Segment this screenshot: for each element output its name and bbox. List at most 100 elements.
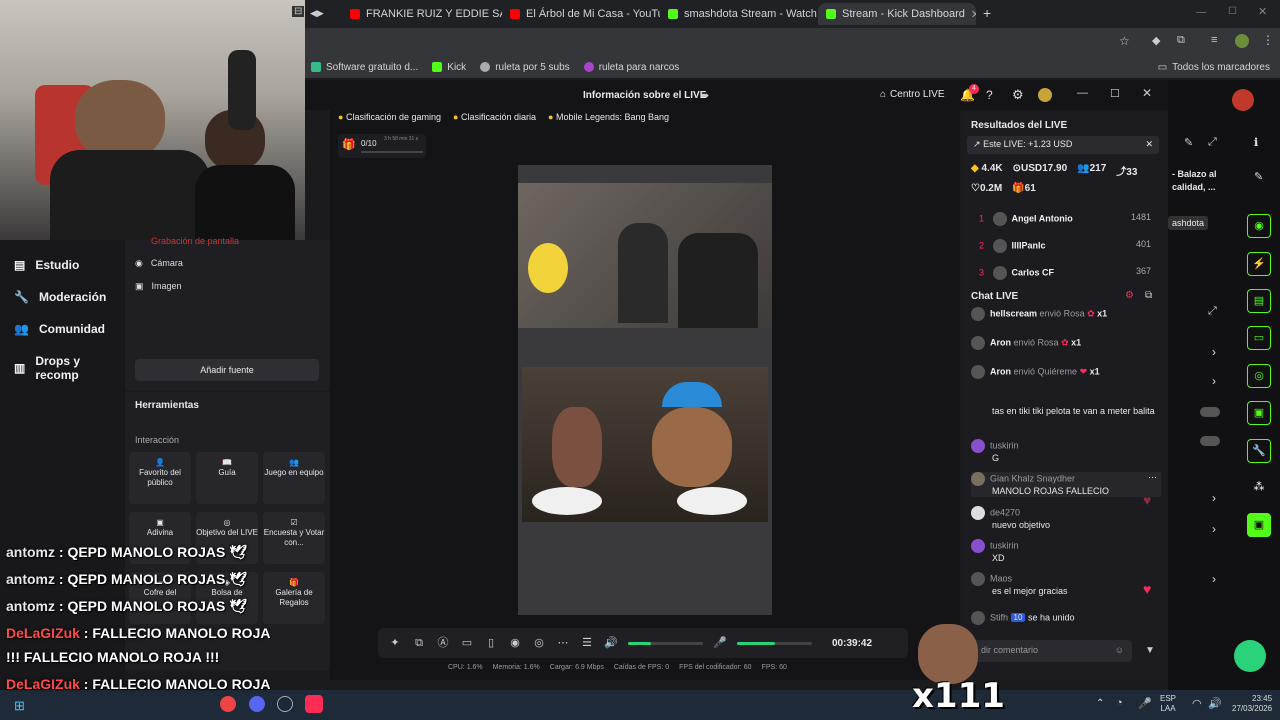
close-icon[interactable]: ✕ <box>971 8 976 21</box>
chat-username[interactable]: Gian Khalz Snaydher <box>990 473 1075 483</box>
chat-username[interactable]: tuskirin <box>990 540 1019 550</box>
emoji-icon[interactable]: ☺ <box>1115 645 1124 655</box>
chat-username[interactable]: Maos <box>990 573 1012 583</box>
magic-icon[interactable]: ✦ <box>388 636 402 650</box>
mic-volume-slider[interactable] <box>737 641 812 645</box>
popout-icon[interactable]: ⧉ <box>1145 290 1152 301</box>
centro-live-button[interactable]: ⌂ Centro LIVE <box>880 89 945 100</box>
source-image[interactable]: ▣ Imagen <box>135 281 182 292</box>
chevron-right-icon[interactable]: › <box>1212 522 1216 536</box>
minimize-icon[interactable]: — <box>1196 7 1206 18</box>
close-window-icon[interactable]: ✕ <box>1258 5 1267 18</box>
tab-scroll-icon[interactable]: ◀▶ <box>310 8 324 19</box>
puzzle-icon[interactable]: ⧉ <box>1177 34 1185 47</box>
record-icon[interactable]: ◉ <box>508 636 522 650</box>
steam-icon[interactable] <box>277 696 293 712</box>
mic-icon[interactable]: 🎤 <box>713 636 727 650</box>
audio-volume-slider[interactable] <box>628 641 703 645</box>
chip-mobile-legends[interactable]: ● Mobile Legends: Bang Bang <box>548 112 669 122</box>
chat-username[interactable]: Aron <box>990 337 1011 347</box>
language-indicator[interactable]: ESP LAA <box>1160 694 1176 714</box>
screen-icon[interactable]: ▭ <box>460 636 474 650</box>
profile-avatar[interactable] <box>1235 34 1249 48</box>
media-icon[interactable]: ≡ <box>1211 34 1217 46</box>
maximize-icon[interactable]: ☐ <box>1110 87 1120 100</box>
toggle-switch[interactable] <box>1200 407 1220 417</box>
chevron-up-icon[interactable]: ⌃ <box>1096 698 1104 709</box>
volume-icon[interactable]: 🔊 <box>1208 697 1222 710</box>
ranking-row[interactable]: 1 Angel Antonio 1481 <box>979 212 1159 226</box>
chip-diaria[interactable]: ● Clasificación diaria <box>453 112 536 122</box>
help-icon[interactable]: ? <box>986 88 993 102</box>
overlay-close-icon[interactable]: ⊟ <box>292 6 305 17</box>
layout-icon[interactable]: ⧉ <box>412 636 426 650</box>
chevron-right-icon[interactable]: › <box>1212 374 1216 388</box>
active-tool-button[interactable]: ▣ <box>1247 513 1271 537</box>
tiktok-live-icon[interactable] <box>305 695 323 713</box>
chat-tool-button[interactable]: ▭ <box>1247 326 1271 350</box>
tool-juego-equipo[interactable]: 👥 Juego en equipo <box>263 452 325 504</box>
live-info-title[interactable]: Información sobre el LIVE <box>583 90 706 101</box>
source-camera[interactable]: ◉ Cámara <box>135 258 183 269</box>
nav-item-drops[interactable]: ▥ Drops y recomp <box>14 354 125 382</box>
tool-galeria-regalos[interactable]: 🎁 Galería de Regalos <box>263 572 325 624</box>
extension-icon[interactable]: ◆ <box>1152 34 1160 47</box>
maximize-icon[interactable]: ☐ <box>1228 6 1237 17</box>
network-icon[interactable]: ◔ <box>1116 697 1123 709</box>
all-bookmarks[interactable]: ▭ Todos los marcadores <box>1158 62 1280 73</box>
share-icon[interactable]: ➦ <box>700 89 709 102</box>
wifi-icon[interactable]: ◠ <box>1192 697 1202 710</box>
doc-tool-button[interactable]: ▤ <box>1247 289 1271 313</box>
star-icon[interactable]: ☆ <box>1119 34 1130 48</box>
ai-icon[interactable]: Ⓐ <box>436 636 450 650</box>
chat-username[interactable]: Aron <box>990 366 1011 376</box>
chat-settings-icon[interactable]: ⚙ <box>1125 290 1134 301</box>
chat-username[interactable]: hellscream <box>990 308 1037 318</box>
ranking-row[interactable]: 3 Carlos CF 367 <box>979 266 1159 280</box>
nav-item-estudio[interactable]: ▤ Estudio <box>14 258 79 272</box>
tool-guia[interactable]: 📖 Guía <box>196 452 258 504</box>
sliders-icon[interactable]: ☰ <box>580 636 594 650</box>
chrome-icon[interactable] <box>220 696 236 712</box>
chevron-right-icon[interactable]: › <box>1212 572 1216 586</box>
bookmark-ruleta-narcos[interactable]: ruleta para narcos <box>583 62 679 73</box>
user-avatar[interactable] <box>1038 88 1052 102</box>
more-icon[interactable]: ⋯ <box>1148 472 1157 483</box>
filter-icon[interactable]: ▼ <box>1145 645 1155 656</box>
mic-icon[interactable]: 🎤 <box>1138 697 1152 710</box>
windows-start-icon[interactable]: ⊞ <box>14 698 25 714</box>
bookmark-software[interactable]: Software gratuito d... <box>311 62 418 73</box>
chip-gaming[interactable]: ● Clasificación de gaming <box>338 112 441 122</box>
goal-widget[interactable]: 🎁 0/10 3 h 58 min 31 s <box>338 134 426 158</box>
nav-item-moderacion[interactable]: 🔧 Moderación <box>14 290 106 304</box>
add-source-button[interactable]: Añadir fuente <box>135 359 319 381</box>
chevron-right-icon[interactable]: › <box>1212 491 1216 505</box>
chat-input[interactable]: dir comentario ☺ <box>967 640 1132 662</box>
clock[interactable]: 23:45 27/03/2026 <box>1232 694 1272 714</box>
close-icon[interactable]: ✕ <box>1142 86 1152 100</box>
bookmark-kick[interactable]: Kick <box>432 62 466 73</box>
pencil-icon[interactable]: ✎ <box>1254 170 1263 183</box>
tool-encuesta[interactable]: ☑ Encuesta y Votar con... <box>263 512 325 564</box>
support-chat-button[interactable] <box>1234 640 1266 672</box>
tab-smashdota[interactable]: smashdota Stream - Watch Live ✕ <box>660 3 818 25</box>
speaker-icon[interactable]: 🔊 <box>604 636 618 650</box>
camera-tool-button[interactable]: ◉ <box>1247 214 1271 238</box>
expand-icon[interactable]: ⤢ <box>1208 305 1217 318</box>
chevron-right-icon[interactable]: › <box>1212 345 1216 359</box>
more-icon[interactable]: ⋯ <box>556 636 570 650</box>
chat-username[interactable]: tuskirin <box>990 440 1019 450</box>
apps-tool-button[interactable]: ⁂ <box>1247 476 1271 500</box>
tab-arbol[interactable]: El Árbol de Mi Casa - YouTube ✕ <box>502 3 660 25</box>
new-tab-button[interactable]: + <box>983 5 991 21</box>
edit-icon[interactable]: ✎ <box>1184 136 1193 149</box>
source-screen-capture[interactable]: Grabación de pantalla <box>151 236 239 246</box>
tab-frankie[interactable]: FRANKIE RUIZ Y EDDIE SANTIA ✕ <box>342 3 502 25</box>
menu-icon[interactable]: ⋮ <box>1262 33 1274 47</box>
lightning-tool-button[interactable]: ⚡ <box>1247 252 1271 276</box>
broadcast-tool-button[interactable]: ◎ <box>1247 364 1271 388</box>
toggle-switch[interactable] <box>1200 436 1220 446</box>
tool-favorito[interactable]: 👤 Favorito del público <box>129 452 191 504</box>
chat-username[interactable]: de4270 <box>990 507 1020 517</box>
phone-icon[interactable]: ▯ <box>484 636 498 650</box>
